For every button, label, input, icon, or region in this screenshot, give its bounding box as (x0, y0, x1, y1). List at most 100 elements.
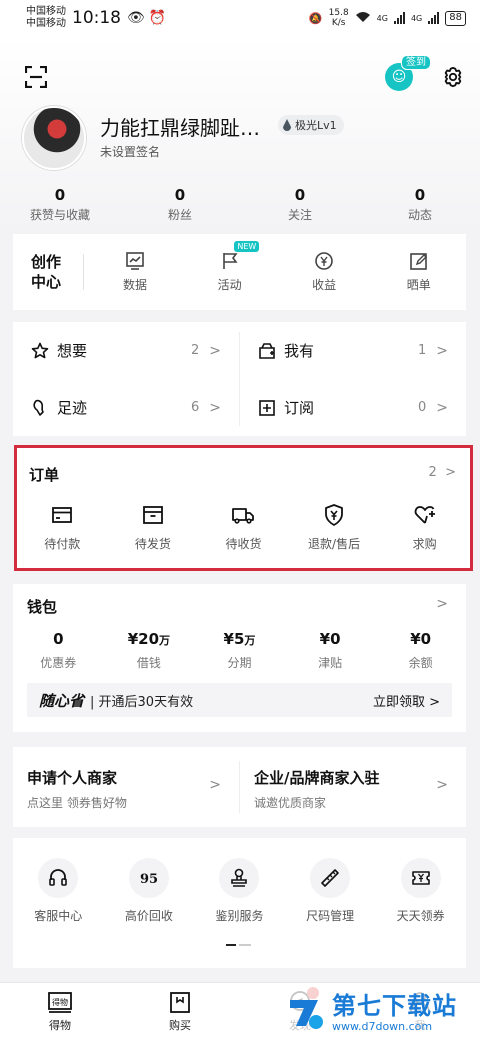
chevron-right-icon: > (436, 399, 448, 416)
wallet-title[interactable]: 钱包 (27, 596, 57, 617)
wallet-coupons[interactable]: 0 优惠券 (13, 630, 104, 671)
want-entry[interactable]: 想要 2 > (13, 322, 239, 379)
creator-item-label: 晒单 (406, 278, 431, 292)
footprint-count: 6 (190, 400, 200, 415)
merchant-card: 申请个人商家 点这里 领券售好物 > 企业/品牌商家入驻 诚邀优质商家 > (13, 747, 466, 827)
stamp-icon (231, 868, 248, 887)
stat-posts[interactable]: 0 动态 (360, 186, 480, 223)
merchant-subtitle: 诚邀优质商家 (254, 796, 327, 810)
creator-center-title[interactable]: 创作 中心 (13, 252, 83, 292)
stat-following[interactable]: 0 关注 (240, 186, 360, 223)
promo-link-label: 立即领取 (372, 694, 425, 710)
wallet-installment[interactable]: ¥5万 分期 (194, 630, 285, 671)
creator-item-label: 收益 (312, 278, 337, 292)
have-label: 我有 (284, 342, 315, 360)
stat-value: 0 (54, 186, 66, 204)
wallet-balance[interactable]: ¥0 余额 (375, 630, 466, 671)
status-time: 10:18 (72, 8, 121, 28)
creator-title-line2: 中心 (31, 273, 62, 291)
order-refund-aftersale[interactable]: 退款/售后 (289, 503, 380, 552)
chevron-right-icon[interactable]: > (436, 596, 448, 612)
speed-value: 15.8 (328, 8, 349, 18)
tool-label: 鉴别服务 (215, 909, 264, 923)
creator-item-activity[interactable]: NEW 活动 (182, 241, 277, 293)
tab-label: 得物 (49, 1019, 71, 1032)
order-label: 求购 (412, 537, 437, 551)
recycle-95-icon: 95 (140, 872, 158, 887)
creator-item-data[interactable]: 数据 (88, 251, 183, 293)
order-pending-shipment[interactable]: 待发货 (108, 503, 199, 552)
plus-square-icon (259, 399, 275, 416)
star-icon (31, 342, 49, 358)
yen-coin-icon (315, 252, 333, 270)
signal-1-icon (393, 12, 405, 24)
promo-banner[interactable]: 随心省 | 开通后30天有效 立即领取 > (27, 683, 452, 717)
headset-icon (49, 869, 68, 886)
truck-icon (232, 508, 255, 524)
promo-link[interactable]: 立即领取 > (373, 691, 440, 710)
tool-label: 天天领券 (396, 909, 445, 923)
order-status-row: 待付款 待发货 待收货 退款/售后 求购 (17, 503, 470, 552)
orders-title[interactable]: 订单 (29, 464, 59, 485)
creator-item-earnings[interactable]: 收益 (277, 251, 372, 293)
chart-icon (126, 252, 144, 270)
tab-buy[interactable]: 购买 (120, 983, 240, 1040)
dewu-icon: 得物 (48, 992, 72, 1013)
tool-size-management[interactable]: 尺码管理 (285, 858, 376, 924)
tools-card: 客服中心 95 高价回收 鉴别服务 尺码管理 天天领券 (13, 838, 466, 968)
tab-dewu[interactable]: 得物 得物 (0, 983, 120, 1040)
creator-center: 创作 中心 数据 NEW 活动 收益 晒单 (13, 234, 466, 310)
chevron-right-icon: > (209, 399, 221, 416)
footprint-entry[interactable]: 足迹 6 > (13, 379, 239, 436)
wallet-loan[interactable]: ¥20万 借钱 (104, 630, 195, 671)
divider (82, 254, 84, 290)
tool-customer-service[interactable]: 客服中心 (13, 858, 104, 924)
creator-item-showcase[interactable]: 晒单 (371, 251, 466, 293)
brand-merchant-join[interactable]: 企业/品牌商家入驻 诚邀优质商家 > (240, 747, 466, 827)
order-want-to-buy[interactable]: 求购 (379, 503, 470, 552)
scan-icon[interactable] (25, 66, 47, 88)
level-badge[interactable]: 极光Lv1 (278, 115, 344, 135)
stat-label: 关注 (287, 208, 312, 222)
merchant-subtitle: 点这里 领券售好物 (27, 796, 127, 810)
username[interactable]: 力能扛鼎绿脚趾… (100, 112, 260, 141)
want-label: 想要 (57, 342, 88, 360)
tool-recycle[interactable]: 95 高价回收 (104, 858, 195, 924)
order-label: 待付款 (44, 537, 81, 551)
apply-personal-merchant[interactable]: 申请个人商家 点这里 领券售好物 > (13, 747, 239, 827)
eye-icon: 👁 (127, 10, 145, 26)
stat-likes[interactable]: 0 获赞与收藏 (0, 186, 120, 223)
sign-in-badge[interactable]: 签到 (401, 55, 431, 70)
signature[interactable]: 未设置签名 (100, 143, 160, 160)
stat-value: 0 (414, 186, 426, 204)
signal-2-icon (428, 12, 440, 24)
flag-icon (222, 253, 238, 269)
orders-card: 订单 2 > 待付款 待发货 待收货 退款/售后 求购 (14, 445, 473, 571)
wallet-label: 津贴 (318, 656, 343, 670)
tool-label: 客服中心 (34, 909, 83, 923)
watermark-logo-icon (290, 1000, 323, 1029)
orders-more[interactable]: 2 > (429, 465, 456, 480)
tools-row: 客服中心 95 高价回收 鉴别服务 尺码管理 天天领券 (13, 858, 466, 924)
order-pending-receipt[interactable]: 待收货 (198, 503, 289, 552)
orders-count: 2 (428, 465, 437, 480)
footprint-icon (33, 399, 44, 416)
mute-icon: 🔕 (308, 11, 323, 25)
have-entry[interactable]: 我有 1 > (240, 322, 466, 379)
shopping-bag-icon (170, 992, 190, 1013)
order-pending-payment[interactable]: 待付款 (17, 503, 108, 552)
stat-fans[interactable]: 0 粉丝 (120, 186, 240, 223)
tab-label: 购买 (169, 1019, 191, 1032)
wallet-allowance[interactable]: ¥0 津贴 (285, 630, 376, 671)
tool-daily-coupons[interactable]: 天天领券 (375, 858, 466, 924)
wallet-value: ¥0 (319, 630, 341, 648)
tool-authentication[interactable]: 鉴别服务 (194, 858, 285, 924)
profile-header: ☺ 签到 力能扛鼎绿脚趾… 极光Lv1 未设置签名 0 获赞与收藏 0 粉丝 0… (0, 36, 480, 230)
want-count: 2 (190, 343, 200, 358)
carrier-info: 中国移动 中国移动 (26, 6, 66, 30)
level-drop-icon (283, 119, 291, 131)
avatar[interactable] (22, 106, 86, 170)
subscribe-entry[interactable]: 订阅 0 > (240, 379, 466, 436)
subscribe-count: 0 (417, 400, 427, 415)
gear-icon[interactable] (442, 66, 464, 88)
